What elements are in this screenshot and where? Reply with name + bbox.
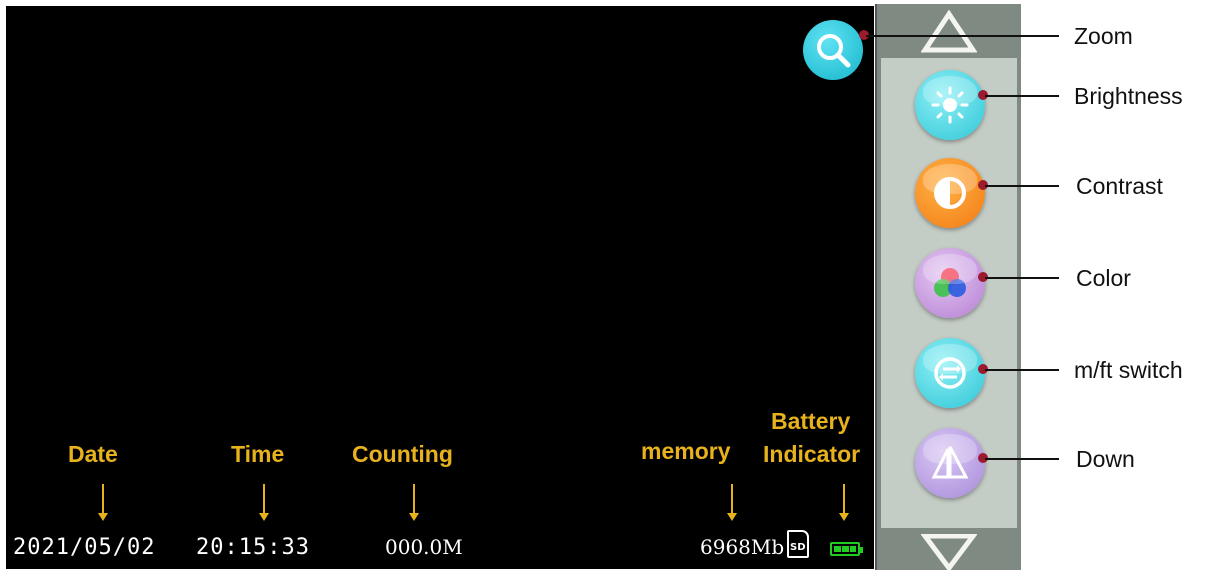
sun-icon — [931, 86, 969, 124]
zoom-callout-label: Zoom — [1074, 23, 1133, 49]
mft-callout-label: m/ft switch — [1074, 357, 1183, 383]
memory-label: memory — [641, 438, 731, 464]
magnifier-icon — [817, 34, 851, 68]
counting-value: 000.0M — [385, 535, 463, 559]
down-callout-line — [985, 458, 1059, 460]
zoom-callout-line — [866, 35, 1059, 37]
time-arrow — [259, 484, 269, 521]
triangle-ruler-icon — [931, 446, 969, 479]
triangle-down-icon[interactable] — [921, 534, 977, 570]
memory-arrow — [727, 484, 737, 521]
zoom-button[interactable] — [803, 20, 863, 80]
battery-label-line2: Indicator — [763, 441, 861, 467]
swap-arrows-icon — [934, 357, 966, 389]
color-circles-icon — [934, 268, 966, 297]
date-label: Date — [68, 441, 118, 467]
color-callout-line — [985, 277, 1059, 279]
color-button[interactable] — [915, 248, 985, 318]
date-value: 2021/05/02 — [13, 535, 156, 560]
down-callout-label: Down — [1076, 446, 1135, 472]
contrast-button[interactable] — [915, 158, 985, 228]
contrast-callout-label: Contrast — [1076, 173, 1163, 199]
battery-icon — [830, 542, 863, 556]
control-sidebar — [875, 4, 1021, 570]
brightness-callout-label: Brightness — [1074, 83, 1183, 109]
color-callout-label: Color — [1076, 265, 1131, 291]
mft-callout-line — [985, 369, 1059, 371]
memory-value: 6968Mb — [700, 535, 785, 559]
time-value: 20:15:33 — [196, 535, 310, 560]
brightness-callout-line — [985, 95, 1059, 97]
brightness-button[interactable] — [915, 70, 985, 140]
date-arrow — [98, 484, 108, 521]
time-label: Time — [231, 441, 285, 467]
counting-label: Counting — [352, 441, 453, 467]
down-button[interactable] — [915, 428, 985, 498]
triangle-up-icon[interactable] — [921, 10, 977, 54]
half-circle-icon — [934, 177, 966, 209]
camera-screen — [6, 6, 874, 569]
counting-arrow — [409, 484, 419, 521]
mft-switch-button[interactable] — [915, 338, 985, 408]
sd-card-label: SD — [790, 542, 806, 553]
battery-label-line1: Battery — [771, 408, 851, 434]
sd-card-icon: SD — [787, 530, 809, 558]
contrast-callout-line — [985, 185, 1059, 187]
battery-arrow — [839, 484, 849, 521]
